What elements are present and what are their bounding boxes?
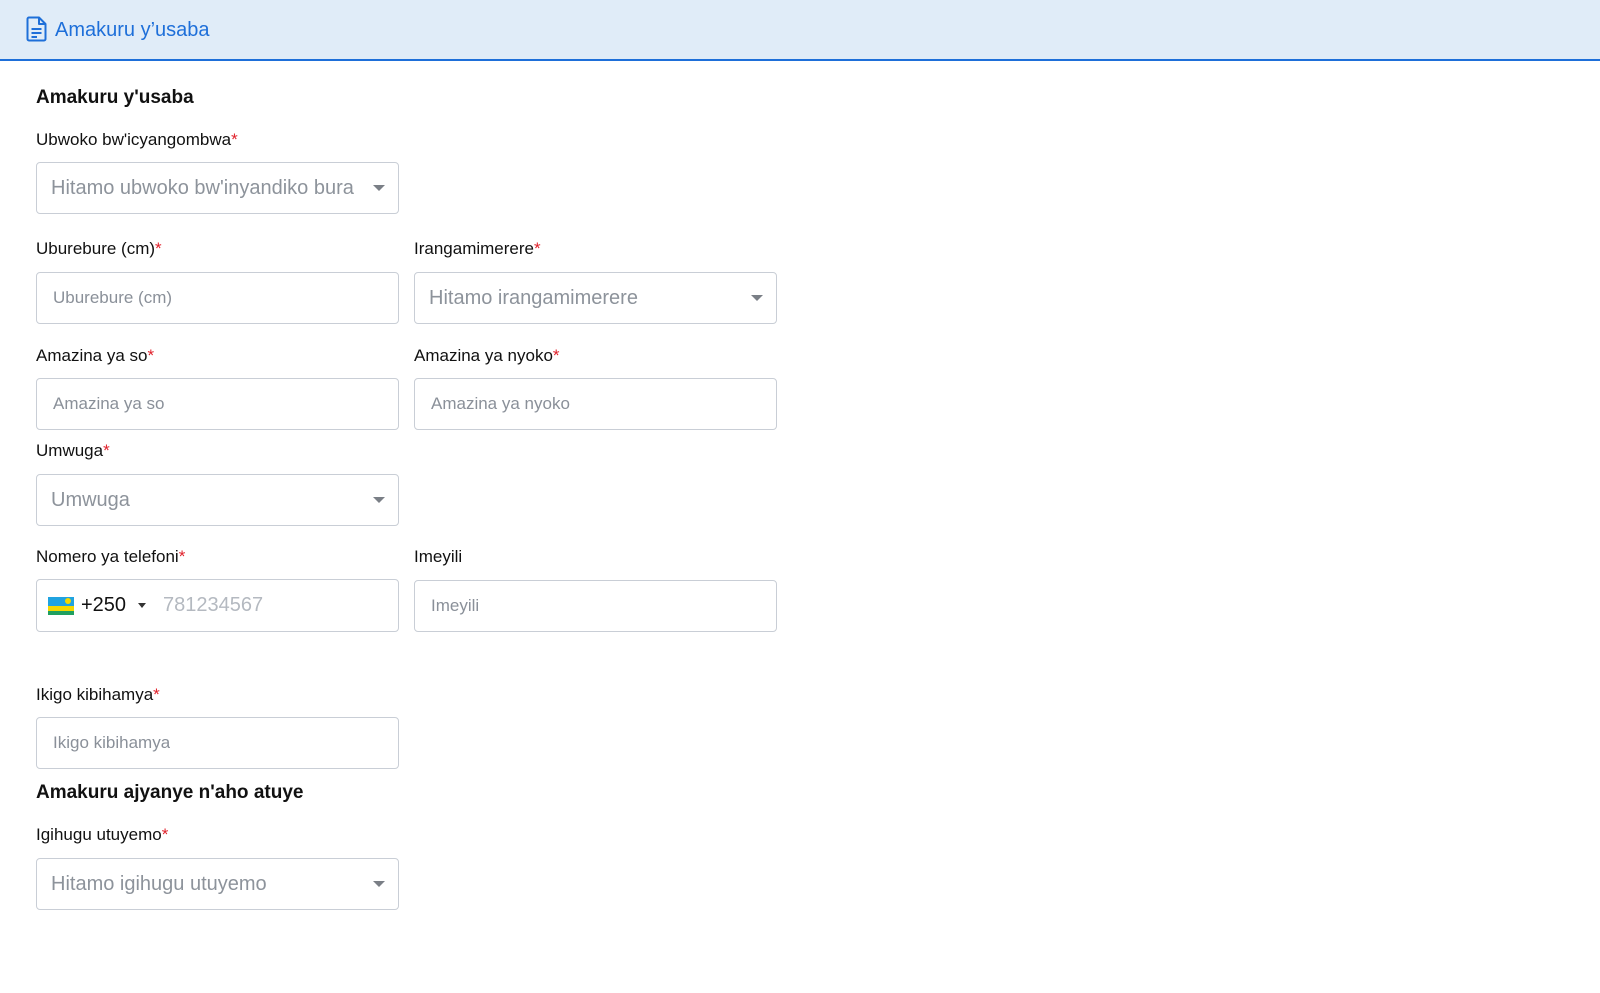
section-heading-applicant: Amakuru y'usaba	[36, 87, 194, 108]
height-placeholder: Uburebure (cm)	[53, 288, 173, 307]
rwanda-flag-icon[interactable]	[48, 597, 74, 615]
required-marker: *	[534, 239, 541, 258]
document-type-placeholder: Hitamo ubwoko bw'inyandiko bura	[51, 177, 354, 199]
required-marker: *	[153, 685, 160, 704]
eye-color-label: Irangamimerere*	[414, 239, 541, 259]
document-type-label: Ubwoko bw'icyangombwa*	[36, 130, 238, 150]
mother-name-placeholder: Amazina ya nyoko	[431, 394, 570, 413]
tab-title: Amakuru y’usaba	[55, 19, 210, 41]
email-label: Imeyili	[414, 547, 462, 567]
height-input[interactable]: Uburebure (cm)	[36, 272, 399, 324]
eye-color-label-text: Irangamimerere	[414, 239, 534, 258]
height-label-text: Uburebure (cm)	[36, 239, 156, 258]
profession-label: Umwuga*	[36, 441, 110, 461]
phone-number-placeholder[interactable]: 781234567	[163, 580, 263, 630]
phone-label-text: Nomero ya telefoni	[36, 547, 179, 566]
country-label-text: Igihugu utuyemo	[36, 825, 162, 844]
eye-color-placeholder: Hitamo irangamimerere	[429, 287, 638, 309]
father-name-label: Amazina ya so*	[36, 346, 154, 366]
profession-select[interactable]: Umwuga	[36, 474, 399, 526]
required-marker: *	[231, 130, 238, 149]
institution-input[interactable]: Ikigo kibihamya	[36, 717, 399, 769]
email-label-text: Imeyili	[414, 547, 463, 566]
country-placeholder: Hitamo igihugu utuyemo	[51, 873, 267, 895]
email-input[interactable]: Imeyili	[414, 580, 777, 632]
phone-field[interactable]: +250 781234567	[36, 579, 399, 632]
required-marker: *	[552, 346, 560, 365]
institution-placeholder: Ikigo kibihamya	[53, 733, 171, 752]
country-select[interactable]: Hitamo igihugu utuyemo	[36, 858, 399, 910]
document-type-label-text: Ubwoko bw'icyangombwa	[36, 130, 232, 149]
institution-label: Ikigo kibihamya*	[36, 685, 160, 705]
profession-label-text: Umwuga	[36, 441, 104, 460]
mother-name-label-text: Amazina ya nyoko	[414, 346, 553, 365]
country-label: Igihugu utuyemo*	[36, 825, 168, 845]
height-label: Uburebure (cm)*	[36, 239, 162, 259]
required-marker: *	[155, 239, 162, 258]
required-marker: *	[103, 441, 110, 460]
caret-down-icon	[373, 185, 385, 191]
country-code[interactable]: +250	[81, 580, 126, 630]
mother-name-input[interactable]: Amazina ya nyoko	[414, 378, 777, 430]
caret-down-icon	[373, 497, 385, 503]
required-marker: *	[161, 825, 169, 844]
phone-label: Nomero ya telefoni*	[36, 547, 185, 567]
father-name-input[interactable]: Amazina ya so	[36, 378, 399, 430]
document-type-select[interactable]: Hitamo ubwoko bw'inyandiko bura	[36, 162, 399, 214]
caret-down-icon	[373, 881, 385, 887]
country-code-caret-icon[interactable]	[138, 603, 146, 608]
father-name-placeholder: Amazina ya so	[53, 394, 165, 413]
profession-placeholder: Umwuga	[51, 489, 130, 511]
required-marker: *	[178, 547, 186, 566]
eye-color-select[interactable]: Hitamo irangamimerere	[414, 272, 777, 324]
email-placeholder: Imeyili	[431, 596, 480, 615]
required-marker: *	[147, 346, 155, 365]
caret-down-icon	[751, 295, 763, 301]
father-name-label-text: Amazina ya so	[36, 346, 148, 365]
section-heading-residence: Amakuru ajyanye n'aho atuye	[36, 782, 304, 803]
form-tab-header[interactable]: Amakuru y’usaba	[0, 0, 1600, 61]
institution-label-text: Ikigo kibihamya	[36, 685, 154, 704]
document-icon	[26, 16, 47, 42]
mother-name-label: Amazina ya nyoko*	[414, 346, 560, 366]
